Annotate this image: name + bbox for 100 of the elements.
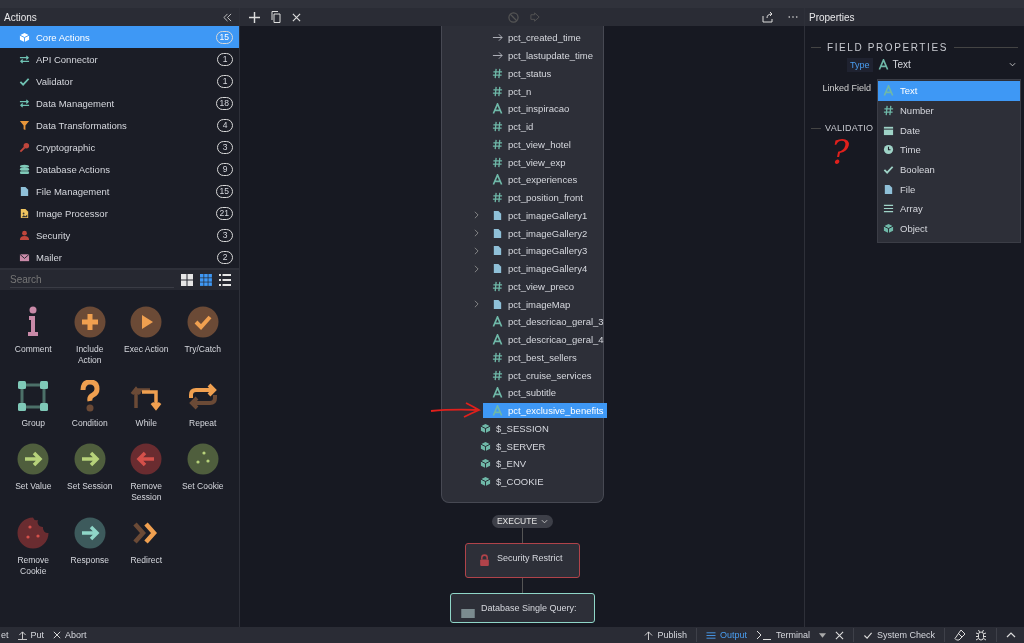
category-item[interactable]: Data Transformations 4 <box>0 114 239 136</box>
chevron-right-icon[interactable] <box>474 246 479 255</box>
field-item[interactable]: pct_status <box>483 65 555 81</box>
hash-icon <box>492 121 503 133</box>
field-item[interactable]: pct_subtitle <box>483 385 560 401</box>
action-tile[interactable]: Repeat <box>174 380 231 443</box>
field-item[interactable]: pct_inspiracao <box>483 101 573 117</box>
field-item[interactable]: pct_imageMap <box>483 296 574 312</box>
menu-option[interactable]: Number <box>878 100 1020 121</box>
field-item[interactable]: pct_imageGallery4 <box>483 261 591 277</box>
field-item[interactable]: pct_view_preco <box>483 278 577 294</box>
action-tile[interactable]: Set Cookie <box>174 443 231 517</box>
category-item[interactable]: Data Management 18 <box>0 92 239 114</box>
type-select[interactable]: Text <box>875 59 1020 70</box>
field-item[interactable]: pct_imageGallery1 <box>483 207 591 223</box>
action-tile[interactable]: Set Session <box>61 443 118 517</box>
letter-a-icon <box>492 316 503 328</box>
upload-icon <box>17 630 27 640</box>
chevron-right-icon[interactable] <box>474 264 479 273</box>
menu-option[interactable]: Date <box>878 120 1020 141</box>
menu-option[interactable]: Boolean <box>878 159 1020 180</box>
panel-tab[interactable]: Terminal <box>755 628 810 642</box>
toolbar-button[interactable]: Put <box>17 628 45 642</box>
field-item[interactable]: pct_created_time <box>483 30 584 46</box>
action-tile[interactable]: Redirect <box>118 517 175 591</box>
action-tile[interactable]: Group <box>5 380 62 443</box>
global-item[interactable]: $_SERVER <box>442 437 546 455</box>
field-item[interactable]: pct_position_front <box>483 190 586 206</box>
flow-node[interactable]: Security Restrict <box>465 542 580 578</box>
chevron-right-icon[interactable] <box>474 300 479 309</box>
action-tile[interactable]: Condition <box>61 380 118 443</box>
field-item[interactable]: pct_imageGallery2 <box>483 225 591 241</box>
menu-option[interactable]: Time <box>878 140 1020 160</box>
field-item[interactable]: pct_id <box>483 119 537 135</box>
category-item[interactable]: File Management 15 <box>0 180 239 202</box>
field-item[interactable]: pct_descricao_geral_3 <box>483 314 607 330</box>
letter-a-icon <box>492 405 503 417</box>
add-icon[interactable] <box>249 10 260 24</box>
action-tile[interactable]: Try/Catch <box>174 306 231 380</box>
bug-icon[interactable] <box>975 628 987 642</box>
funnel-icon <box>19 119 30 131</box>
eraser-icon[interactable] <box>954 628 966 642</box>
arrow-right-icon <box>17 443 50 475</box>
field-item[interactable]: pct_experiences <box>483 172 581 188</box>
arrow-icon <box>492 50 503 62</box>
global-item[interactable]: $_COOKIE <box>442 472 544 491</box>
publish-button[interactable]: Publish <box>644 628 687 642</box>
field-item[interactable]: pct_cruise_services <box>483 367 595 383</box>
action-tile[interactable]: Remove Session <box>118 443 175 517</box>
category-item[interactable]: Security 3 <box>0 224 239 246</box>
action-tile[interactable]: Include Action <box>61 306 118 380</box>
global-item[interactable]: $_SESSION <box>442 419 549 438</box>
system-check-button[interactable]: System Check <box>862 628 935 642</box>
action-tile[interactable]: Exec Action <box>118 306 175 380</box>
action-tile[interactable]: Remove Cookie <box>5 517 62 591</box>
share-icon[interactable] <box>762 10 774 24</box>
menu-option[interactable]: Array <box>878 199 1020 219</box>
field-item[interactable]: pct_n <box>483 83 535 99</box>
letter-a-icon <box>492 174 503 186</box>
field-item[interactable]: pct_view_hotel <box>483 136 574 152</box>
toolbar-button[interactable]: Abort <box>53 628 87 642</box>
field-item[interactable]: pct_best_sellers <box>483 349 580 365</box>
category-item[interactable]: Mailer 2 <box>0 246 239 268</box>
collapse-icon[interactable] <box>223 12 233 22</box>
file-icon <box>492 209 503 221</box>
category-item[interactable]: Validator 1 <box>0 70 239 92</box>
field-item[interactable]: pct_descricao_geral_4 <box>483 332 607 348</box>
panel-tab[interactable]: Output <box>705 628 747 642</box>
arrow-up-icon <box>644 630 654 640</box>
letter-a-icon <box>492 334 503 346</box>
search-bar[interactable]: Search <box>0 270 239 290</box>
action-tile[interactable]: Comment <box>5 306 62 380</box>
field-item[interactable]: pct_view_exp <box>483 154 569 170</box>
toolbar-button[interactable]: et <box>1 628 9 642</box>
list-view-icon[interactable] <box>219 274 231 286</box>
category-item[interactable]: API Connector 1 <box>0 48 239 70</box>
copy-icon[interactable] <box>271 10 281 24</box>
global-item[interactable]: $_ENV <box>442 455 527 473</box>
annotation-mark: ? <box>831 134 850 170</box>
category-item[interactable]: Image Processor 21 <box>0 202 239 224</box>
action-tile[interactable]: Set Value <box>5 443 62 517</box>
category-item[interactable]: Cryptographic 3 <box>0 136 239 158</box>
cube-icon <box>480 440 491 452</box>
search-field[interactable]: Search <box>10 272 174 288</box>
list-icon <box>883 203 894 215</box>
clock-icon <box>883 144 894 156</box>
flow-node[interactable]: Database Single Query: <box>450 592 595 623</box>
category-item[interactable]: Database Actions 9 <box>0 158 239 180</box>
menu-option[interactable]: Object <box>878 218 1020 239</box>
chevron-right-icon[interactable] <box>474 229 479 238</box>
grid-view-icon[interactable] <box>181 274 193 286</box>
field-item[interactable]: pct_imageGallery3 <box>483 243 591 259</box>
info-icon <box>27 306 40 338</box>
execute-dropdown[interactable]: EXECUTE <box>491 514 554 528</box>
action-tile[interactable]: Response <box>61 517 118 591</box>
action-tile[interactable]: While <box>118 380 175 443</box>
grid-view-icon[interactable] <box>200 274 212 286</box>
chevron-right-icon[interactable] <box>474 211 479 220</box>
field-item[interactable]: pct_lastupdate_time <box>483 48 597 64</box>
menu-option[interactable]: File <box>878 179 1020 200</box>
